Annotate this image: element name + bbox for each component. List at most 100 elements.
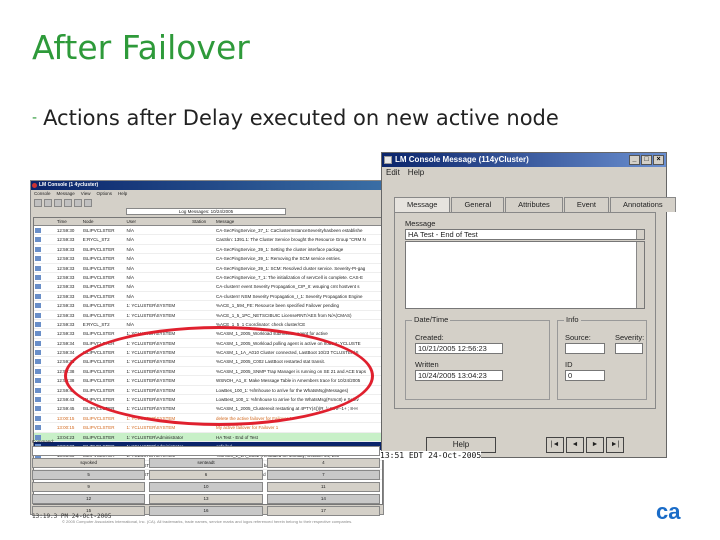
toolbar-button[interactable] xyxy=(54,199,62,207)
ca-logo-text: ca xyxy=(656,500,681,522)
row-node: ISLIPVCLSTER xyxy=(82,256,115,262)
command-button[interactable]: 16 xyxy=(149,506,263,516)
row-station xyxy=(191,264,215,272)
toolbar-button[interactable] xyxy=(34,199,42,207)
command-button[interactable]: 14 xyxy=(266,494,380,504)
lm-console-menubar: Console Message View Options Help xyxy=(31,190,383,198)
row-node: ISLIPVCLSTER xyxy=(82,415,115,421)
table-row[interactable]: 12:59:33 ISLIPVCLSTER N/A CA-clusterrr NSM … xyxy=(34,292,382,302)
message-type-icon xyxy=(35,415,41,421)
row-station xyxy=(191,226,215,234)
table-row[interactable]: 12:59:33 ISLIPVCLSTER N/A CA-SecPingService… xyxy=(34,264,382,273)
col-header-user[interactable]: User xyxy=(125,218,191,225)
command-button-grid: sqvoked senteadt 4 5 6 7 9 10 11 12 13 14 15 16 17 xyxy=(32,458,380,516)
command-button[interactable]: senteadt xyxy=(149,458,263,468)
col-header-message[interactable]: Message xyxy=(215,218,382,225)
tab-attributes[interactable]: Attributes xyxy=(505,197,563,212)
row-message: %ACE_1_5_1PC_NETSCIBUIC LicenseRNT/AES f… xyxy=(215,312,352,318)
row-station xyxy=(191,311,215,319)
command-button[interactable]: 5 xyxy=(32,470,146,480)
col-header-icon[interactable] xyxy=(34,218,56,225)
tab-annotations[interactable]: Annotations xyxy=(610,197,676,212)
last-message-button[interactable]: ►| xyxy=(606,437,624,453)
row-message: HA Test - End of Test xyxy=(215,434,258,440)
row-message: CA-SecPingService_39_1: SCM: Resolved cl… xyxy=(215,265,366,271)
menu-edit[interactable]: Edit xyxy=(386,167,400,179)
table-row[interactable]: 12:59:33 ISLIPVCLSTER 1: YCLUSTER\SYSTEM %A… xyxy=(34,301,382,311)
command-input[interactable] xyxy=(32,446,380,456)
tab-general[interactable]: General xyxy=(451,197,505,212)
row-station xyxy=(191,282,215,290)
minimize-button[interactable]: _ xyxy=(629,155,640,165)
col-header-time[interactable]: Time xyxy=(56,218,82,225)
menu-help[interactable]: Help xyxy=(408,167,424,179)
first-message-button[interactable]: |◄ xyxy=(546,437,564,453)
message-type-icon xyxy=(35,246,41,252)
toolbar-button[interactable] xyxy=(64,199,72,207)
row-time: 12:59:33 xyxy=(56,312,75,318)
row-status-icon xyxy=(34,301,56,309)
row-status-icon xyxy=(34,404,56,412)
row-message: CA-SecPingService_39_1: Removing the SCM… xyxy=(215,256,342,262)
message-text-area[interactable] xyxy=(405,241,645,309)
row-user: N/A xyxy=(126,228,134,233)
bullet-dash-icon: - xyxy=(32,110,38,126)
col-header-node[interactable]: Node xyxy=(82,218,126,225)
command-button[interactable]: 4 xyxy=(266,458,380,468)
row-status-icon xyxy=(34,273,56,281)
row-user: 1: YCLUSTER\SYSTEM xyxy=(126,312,176,318)
command-button[interactable]: 7 xyxy=(266,470,380,480)
menu-message[interactable]: Message xyxy=(57,190,75,198)
command-button[interactable]: 12 xyxy=(32,494,146,504)
table-row[interactable]: 12:59:33 ISLIPVCLSTER N/A CA-SecPingService… xyxy=(34,245,382,255)
message-type-icon xyxy=(35,368,41,374)
row-message: CA-clusterrr NSM Severity Propagation_I_… xyxy=(215,293,363,299)
command-button[interactable]: 13 xyxy=(149,494,263,504)
message-type-icon xyxy=(35,425,41,431)
id-field: 0 xyxy=(565,370,605,381)
col-header-station[interactable]: Station xyxy=(191,218,215,225)
table-row[interactable]: 12:59:33 E:RYCL_ST2 N/A CasSkn: 1391.1: The… xyxy=(34,235,382,245)
row-time: 12:59:33 xyxy=(56,246,75,252)
command-button[interactable]: sqvoked xyxy=(32,458,146,468)
window-controls: _ □ × xyxy=(629,155,664,165)
row-node: E:RYCL_ST2 xyxy=(82,237,110,243)
table-row[interactable]: 12:59:33 ISLIPVCLSTER 1: YCLUSTER\SYSTEM %A… xyxy=(34,311,382,320)
message-tab-panel: Message HA Test - End of Test Date/Time … xyxy=(394,212,656,409)
menu-view[interactable]: View xyxy=(81,190,91,198)
toolbar-button[interactable] xyxy=(84,199,92,207)
table-row[interactable]: 12:59:30 ISLIPVCLSTER N/A CA-SecPingService… xyxy=(34,226,382,236)
maximize-button[interactable]: □ xyxy=(641,155,652,165)
menu-help[interactable]: Help xyxy=(118,190,127,198)
row-station xyxy=(191,245,215,253)
command-button[interactable]: 17 xyxy=(266,506,380,516)
row-status-icon xyxy=(34,339,56,347)
message-type-icon xyxy=(35,321,41,327)
previous-message-button[interactable]: ◄ xyxy=(566,437,584,453)
row-node: ISLIPVCLSTER xyxy=(82,228,115,233)
command-button[interactable]: 10 xyxy=(149,482,263,492)
close-button[interactable]: × xyxy=(653,155,664,165)
command-button[interactable]: 9 xyxy=(32,482,146,492)
tab-event[interactable]: Event xyxy=(563,197,609,212)
row-status-icon xyxy=(34,254,56,262)
message-field[interactable]: HA Test - End of Test xyxy=(405,229,645,240)
toolbar-button[interactable] xyxy=(44,199,52,207)
row-time: 12:59:33 xyxy=(56,237,75,243)
table-row[interactable]: 12:59:33 ISLIPVCLSTER N/A CA-SecPingService… xyxy=(34,273,382,283)
command-button[interactable]: 11 xyxy=(266,482,380,492)
table-row[interactable]: 12:59:33 ISLIPVCLSTER N/A CA-SecPingService… xyxy=(34,254,382,264)
source-field xyxy=(565,343,605,354)
toolbar-button[interactable] xyxy=(74,199,82,207)
table-row[interactable]: 12:59:33 ISLIPVCLSTER N/A CA-clusterrr even… xyxy=(34,282,382,292)
table-row[interactable]: 13:04:23 ISLIPVCLSTER 1: YCLUSTER\Administ… xyxy=(34,432,382,442)
menu-console[interactable]: Console xyxy=(34,190,51,198)
menu-options[interactable]: Options xyxy=(96,190,112,198)
row-time: 12:59:33 xyxy=(56,293,75,299)
scroll-down-icon[interactable] xyxy=(636,230,644,239)
next-message-button[interactable]: ► xyxy=(586,437,604,453)
tab-message[interactable]: Message xyxy=(394,197,451,212)
row-time: 12:59:33 xyxy=(56,265,75,271)
command-button[interactable]: 6 xyxy=(149,470,263,480)
scrollbar[interactable] xyxy=(636,242,644,308)
